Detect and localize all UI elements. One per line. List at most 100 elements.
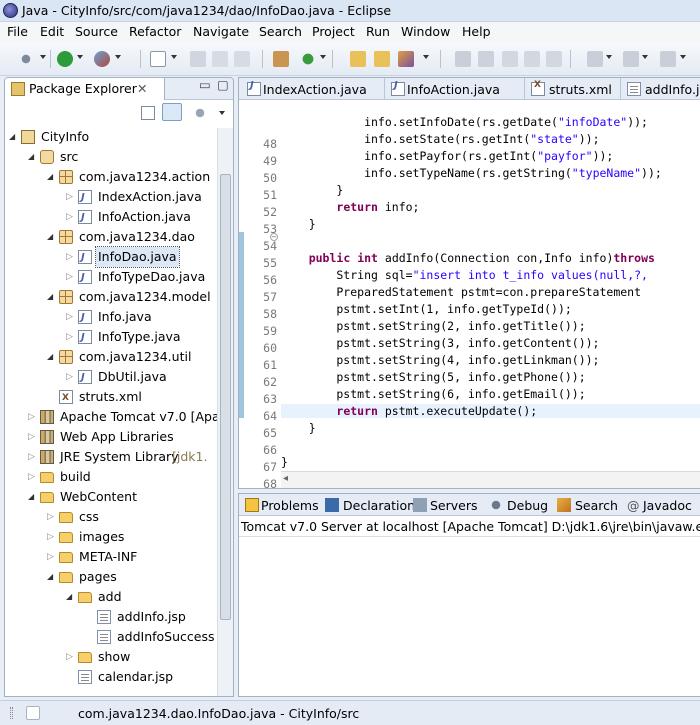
collapsed-arrow-icon[interactable]: ▷ bbox=[66, 267, 73, 287]
prev-annotation-icon[interactable] bbox=[623, 51, 639, 67]
tree-item[interactable]: ▷ InfoDao.java bbox=[5, 246, 215, 268]
code-line[interactable]: pstmt.setString(5, info.getPhone()); bbox=[281, 370, 585, 384]
collapsed-arrow-icon[interactable]: ▷ bbox=[28, 447, 35, 467]
wand-icon[interactable] bbox=[398, 51, 414, 67]
collapsed-arrow-icon[interactable]: ▷ bbox=[47, 547, 54, 567]
collapsed-arrow-icon[interactable]: ▷ bbox=[66, 187, 73, 207]
code-line[interactable]: String sql="insert into t_info values(nu… bbox=[281, 268, 648, 282]
menu-refactor[interactable]: Refactor bbox=[129, 24, 181, 39]
fold-toggle-icon[interactable]: − bbox=[270, 233, 278, 241]
tree-item[interactable]: ◢ com.java1234.action bbox=[5, 167, 215, 187]
tree-item[interactable]: ▷ IndexAction.java bbox=[5, 187, 215, 208]
collapse-all-icon[interactable] bbox=[141, 106, 155, 120]
code-line[interactable]: info.setTypeName(rs.getString("typeName"… bbox=[281, 166, 662, 180]
tree-item[interactable]: ◢ com.java1234.model bbox=[5, 287, 215, 307]
tree-item[interactable]: addInfoSuccess bbox=[5, 627, 215, 647]
code-line[interactable]: } bbox=[281, 455, 288, 469]
menu-edit[interactable]: Edit bbox=[40, 24, 64, 39]
collapsed-arrow-icon[interactable]: ▷ bbox=[66, 367, 73, 387]
tree-item[interactable]: ◢ add bbox=[5, 587, 215, 607]
tree-item[interactable]: ▷ Apache Tomcat v7.0 [Apa bbox=[5, 407, 220, 427]
external-tools-icon[interactable] bbox=[94, 51, 110, 67]
save-all-icon[interactable] bbox=[212, 51, 228, 67]
new-server-icon[interactable] bbox=[273, 51, 289, 67]
minimize-icon[interactable]: ▭ bbox=[199, 78, 211, 92]
code-line[interactable]: } bbox=[281, 421, 316, 435]
fast-view-icon[interactable] bbox=[26, 706, 40, 720]
menu-project[interactable]: Project bbox=[312, 24, 355, 39]
editor-horizontal-scrollbar[interactable]: ◂ bbox=[281, 471, 700, 488]
collapsed-arrow-icon[interactable]: ▷ bbox=[66, 307, 73, 327]
tree-item[interactable]: ◢ com.java1234.dao bbox=[5, 227, 215, 247]
menu-file[interactable]: File bbox=[7, 24, 28, 39]
tree-item[interactable]: ◢ src bbox=[5, 147, 215, 167]
tree-item[interactable]: ▷ META-INF bbox=[5, 547, 215, 567]
open-type-icon[interactable] bbox=[350, 51, 366, 67]
paragraph-icon[interactable] bbox=[546, 51, 562, 67]
maximize-icon[interactable]: ▢ bbox=[217, 78, 229, 92]
code-line[interactable]: pstmt.setString(4, info.getLinkman()); bbox=[281, 353, 599, 367]
tree-scrollbar-thumb[interactable] bbox=[220, 174, 231, 620]
expanded-arrow-icon[interactable]: ◢ bbox=[28, 147, 34, 167]
scroll-left-icon[interactable]: ◂ bbox=[283, 473, 288, 484]
menu-search[interactable]: Search bbox=[259, 24, 302, 39]
new-java-class-icon[interactable] bbox=[300, 51, 316, 67]
save-icon[interactable] bbox=[190, 51, 206, 67]
expanded-arrow-icon[interactable]: ◢ bbox=[28, 487, 34, 507]
package-explorer-tab[interactable]: Package Explorer ✕ bbox=[5, 78, 165, 100]
back-icon[interactable] bbox=[660, 51, 676, 67]
code-line[interactable]: } bbox=[281, 183, 343, 197]
open-folder-icon[interactable] bbox=[374, 51, 390, 67]
debug-icon[interactable] bbox=[18, 51, 34, 67]
editor-tab-struts-xml[interactable]: struts.xml bbox=[525, 78, 621, 100]
tree-scrollbar[interactable] bbox=[217, 128, 233, 696]
annotation-icon[interactable] bbox=[455, 51, 471, 67]
new-icon[interactable] bbox=[150, 51, 166, 67]
expanded-arrow-icon[interactable]: ◢ bbox=[47, 167, 53, 187]
code-line[interactable]: public int addInfo(Connection con,Info i… bbox=[281, 251, 655, 265]
pen-icon[interactable] bbox=[478, 51, 494, 67]
tree-item[interactable]: ◢ pages bbox=[5, 567, 215, 587]
menu-navigate[interactable]: Navigate bbox=[193, 24, 249, 39]
tree-item[interactable]: ▷ build bbox=[5, 467, 215, 487]
expanded-arrow-icon[interactable]: ◢ bbox=[66, 587, 72, 607]
collapsed-arrow-icon[interactable]: ▷ bbox=[47, 507, 54, 527]
collapsed-arrow-icon[interactable]: ▷ bbox=[28, 467, 35, 487]
expanded-arrow-icon[interactable]: ◢ bbox=[47, 347, 53, 367]
collapsed-arrow-icon[interactable]: ▷ bbox=[28, 407, 35, 427]
toggle-icon[interactable] bbox=[502, 51, 518, 67]
tree-item[interactable]: ▷ InfoAction.java bbox=[5, 207, 215, 228]
run-icon[interactable] bbox=[57, 51, 73, 67]
expanded-arrow-icon[interactable]: ◢ bbox=[9, 127, 15, 147]
tree-item[interactable]: calendar.jsp bbox=[5, 667, 215, 687]
next-annotation-icon[interactable] bbox=[587, 51, 603, 67]
collapsed-arrow-icon[interactable]: ▷ bbox=[66, 327, 73, 347]
tab-servers[interactable]: Servers bbox=[413, 494, 487, 516]
tree-item[interactable]: ▷ DbUtil.java bbox=[5, 367, 215, 388]
tree-item[interactable]: ◢ WebContent bbox=[5, 487, 215, 507]
editor-tab-infoaction[interactable]: InfoAction.java bbox=[385, 78, 525, 100]
collapsed-arrow-icon[interactable]: ▷ bbox=[66, 207, 73, 227]
code-line[interactable]: pstmt.setInt(1, info.getTypeId()); bbox=[281, 302, 571, 316]
code-line[interactable]: pstmt.setString(6, info.getEmail()); bbox=[281, 387, 585, 401]
view-menu-gears-icon[interactable] bbox=[193, 106, 207, 120]
editor-tab-indexaction[interactable]: IndexAction.java bbox=[239, 78, 385, 100]
expanded-arrow-icon[interactable]: ◢ bbox=[47, 287, 53, 307]
tree-item[interactable]: ▷ JRE System Library [jdk1. bbox=[5, 447, 215, 467]
code-line[interactable]: info.setPayfor(rs.getInt("payfor")); bbox=[281, 149, 613, 163]
tab-declaration[interactable]: Declaration bbox=[323, 494, 415, 516]
tree-item[interactable]: ◢ com.java1234.util bbox=[5, 347, 215, 367]
editor-tab-addinfo[interactable]: addInfo.js bbox=[621, 78, 700, 100]
expanded-arrow-icon[interactable]: ◢ bbox=[47, 227, 53, 247]
tree-item[interactable]: ▷ Web App Libraries bbox=[5, 427, 215, 447]
tab-debug[interactable]: Debug bbox=[487, 494, 553, 516]
collapsed-arrow-icon[interactable]: ▷ bbox=[28, 427, 35, 447]
link-with-editor-icon[interactable] bbox=[162, 103, 182, 121]
code-line[interactable]: pstmt.setString(3, info.getContent()); bbox=[281, 336, 599, 350]
code-line[interactable]: } bbox=[281, 217, 316, 231]
tree-item[interactable]: ▷ Info.java bbox=[5, 307, 215, 328]
block-icon[interactable] bbox=[524, 51, 540, 67]
tree-item[interactable]: ▷ css bbox=[5, 507, 215, 527]
collapsed-arrow-icon[interactable]: ▷ bbox=[66, 247, 73, 267]
tree-item[interactable]: ◢ CityInfo bbox=[5, 127, 215, 147]
